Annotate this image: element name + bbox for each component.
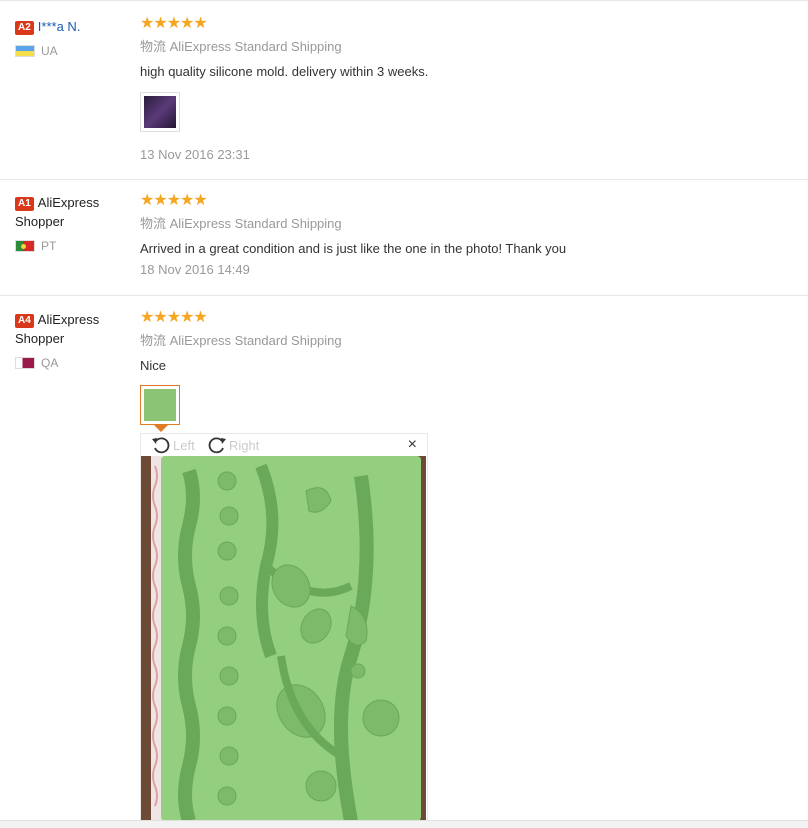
review-content: ★★★★★ 物流 AliExpress Standard Shipping Ar… <box>140 192 808 278</box>
reviewer-info: A1 AliExpress Shopper PT <box>15 193 130 253</box>
reviewer-country: QA <box>15 356 130 370</box>
logistics-method: AliExpress Standard Shipping <box>169 333 342 348</box>
phone-photo-image <box>144 96 176 128</box>
logistics-info: 物流 AliExpress Standard Shipping <box>140 216 808 232</box>
close-viewer-button[interactable]: × <box>408 436 417 454</box>
logistics-label: 物流 <box>140 216 167 231</box>
mold-tray-image <box>151 456 421 821</box>
review-photo-thumbnail[interactable] <box>140 92 180 132</box>
rotate-left-label: Left <box>173 437 195 453</box>
rotate-left-icon <box>151 436 171 454</box>
review-date: 18 Nov 2016 14:49 <box>140 262 250 277</box>
mold-pattern <box>178 463 400 821</box>
review-photo-thumbnail-selected[interactable] <box>140 385 180 425</box>
logistics-method: AliExpress Standard Shipping <box>169 216 342 231</box>
flag-qa-icon <box>15 357 35 369</box>
logistics-label: 物流 <box>140 39 167 54</box>
star-rating: ★★★★★ <box>140 309 208 326</box>
review-text: Nice <box>140 358 167 373</box>
review-item: A1 AliExpress Shopper PT ★★★★★ 物流 AliExpr… <box>0 179 808 296</box>
rotate-right-icon <box>207 436 227 454</box>
country-code: PT <box>41 239 57 253</box>
logistics-info: 物流 AliExpress Standard Shipping <box>140 39 808 55</box>
review-content: ★★★★★ 物流 AliExpress Standard Shipping Ni… <box>140 309 808 425</box>
reviewer-name-block: A4 AliExpress Shopper <box>15 310 130 348</box>
buyer-level-badge: A4 <box>15 314 34 328</box>
reviewer-info: A4 AliExpress Shopper QA <box>15 310 130 370</box>
buyer-level-badge: A2 <box>15 21 34 35</box>
enlarged-photo <box>141 456 426 821</box>
green-silicone-mold <box>161 456 421 821</box>
logistics-method: AliExpress Standard Shipping <box>169 39 342 54</box>
logistics-info: 物流 AliExpress Standard Shipping <box>140 333 808 349</box>
star-rating: ★★★★★ <box>140 192 208 209</box>
flag-ua-icon <box>15 45 35 57</box>
mold-photo-image <box>144 389 176 421</box>
photo-viewer-toolbar: Left Right × <box>141 434 427 456</box>
thumbnail-pointer <box>154 425 168 432</box>
reviewer-name: I***a N. <box>37 19 81 34</box>
star-rating: ★★★★★ <box>140 15 208 32</box>
rotate-right-button[interactable]: Right <box>207 436 259 454</box>
reviewer-info: A2 I***a N. UA <box>15 17 130 58</box>
buyer-level-badge: A1 <box>15 197 34 211</box>
logistics-label: 物流 <box>140 333 167 348</box>
reviewer-country: UA <box>15 44 130 58</box>
flag-pt-icon <box>15 240 35 252</box>
reviewer-name-block: A1 AliExpress Shopper <box>15 193 130 231</box>
rotate-right-label: Right <box>229 437 260 453</box>
review-date: 13 Nov 2016 23:31 <box>140 147 250 162</box>
photo-viewer: Left Right × <box>140 433 428 822</box>
reviewer-country: PT <box>15 239 130 253</box>
country-code: UA <box>41 44 58 58</box>
country-code: QA <box>41 356 59 370</box>
review-text: high quality silicone mold. delivery wit… <box>140 64 429 79</box>
review-item: A2 I***a N. UA ★★★★★ 物流 AliExpress Standa… <box>0 0 808 180</box>
rotate-left-button[interactable]: Left <box>151 436 195 454</box>
reviewer-name-link[interactable]: A2 I***a N. <box>15 17 130 36</box>
review-text: Arrived in a great condition and is just… <box>140 241 567 256</box>
review-content: ★★★★★ 物流 AliExpress Standard Shipping hi… <box>140 15 808 163</box>
